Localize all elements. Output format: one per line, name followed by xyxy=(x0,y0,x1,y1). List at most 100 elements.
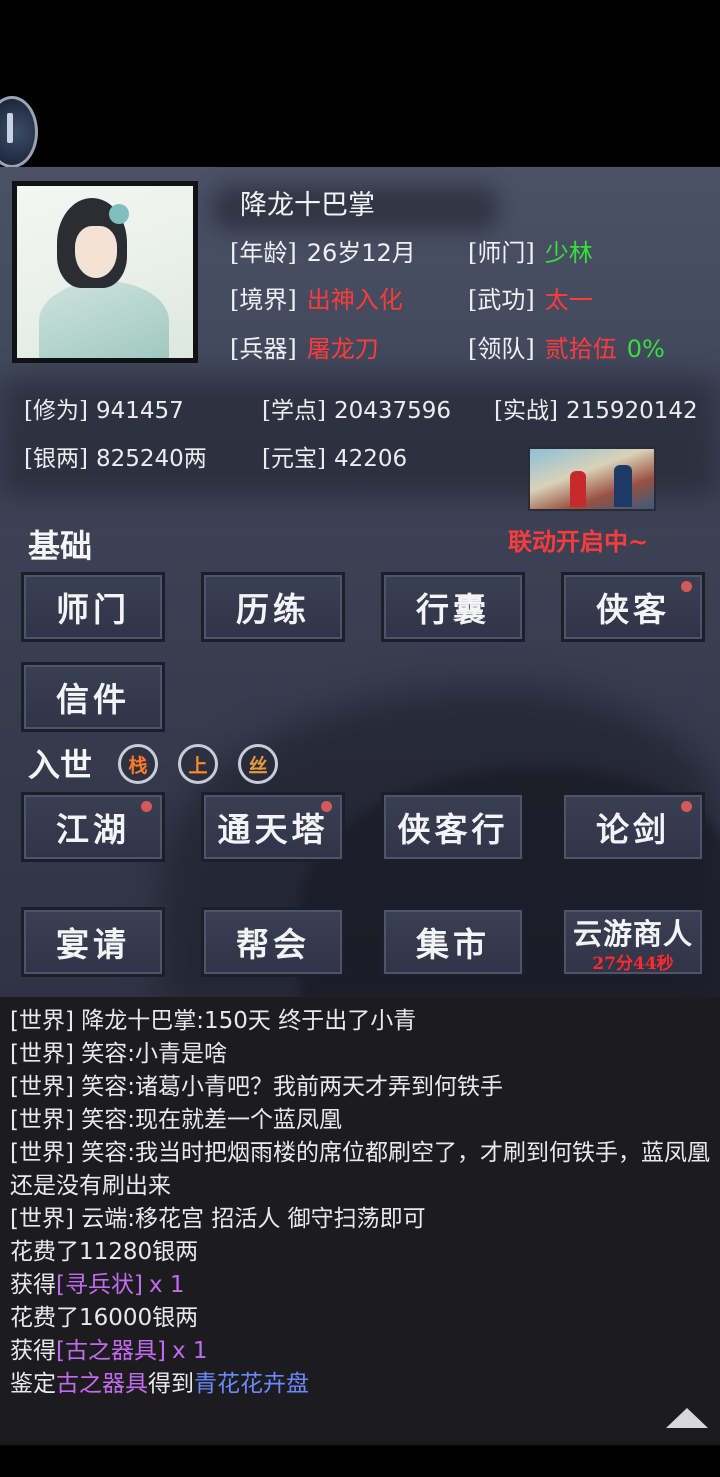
duel-button-label: 论剑 xyxy=(596,810,670,849)
ingot-label: [元宝] xyxy=(262,446,326,472)
portrait-robe xyxy=(39,281,169,358)
portrait-face xyxy=(75,226,117,278)
portrait-image xyxy=(17,186,193,358)
realm-row: [境界] 出神入化 xyxy=(230,280,403,315)
jianghu-button-label: 江湖 xyxy=(56,810,130,849)
cultivation-label: [修为] xyxy=(24,398,88,424)
age-label: [年龄] xyxy=(230,239,297,267)
notification-dot xyxy=(681,581,692,592)
realm-value: 出神入化 xyxy=(306,286,403,314)
up-icon[interactable]: 上 xyxy=(178,744,218,784)
chat-line: [世界] 笑容:现在就差一个蓝凤凰 xyxy=(10,1107,343,1133)
points-stat: [学点] 20437596 xyxy=(262,391,451,425)
merchant-timer: 27分44秒 xyxy=(592,953,674,974)
chat-line: 鉴定古之器具得到青花花卉盘 xyxy=(0,1368,720,1401)
sect-value: 少林 xyxy=(544,239,593,267)
training-button[interactable]: 历练 xyxy=(201,572,345,642)
combat-label: [实战] xyxy=(494,398,558,424)
mail-button-label: 信件 xyxy=(56,680,130,719)
martial-row: [武功] 太一 xyxy=(468,280,593,315)
ingot-stat: [元宝] 42206 xyxy=(262,439,407,473)
points-value: 20437596 xyxy=(333,398,452,424)
guild-button-label: 帮会 xyxy=(236,925,310,964)
collaboration-event-banner[interactable] xyxy=(528,447,656,511)
cultivation-value: 941457 xyxy=(95,398,184,424)
chat-top-spacer xyxy=(0,997,720,1005)
duel-button[interactable]: 论剑 xyxy=(561,792,705,862)
points-label: [学点] xyxy=(262,398,326,424)
team-percent: 0% xyxy=(626,335,665,363)
collaboration-promo-text[interactable]: 联动开启中~ xyxy=(508,522,648,557)
appraise-mid: 得到 xyxy=(148,1371,194,1397)
inventory-button[interactable]: 行囊 xyxy=(381,572,525,642)
silver-label: [银两] xyxy=(24,446,88,472)
appraise-prefix: 鉴定 xyxy=(10,1371,56,1397)
up-icon-label: 上 xyxy=(188,754,208,777)
inn-icon[interactable]: 栈 xyxy=(118,744,158,784)
silk-icon[interactable]: 丝 xyxy=(238,744,278,784)
silver-stat: [银两] 825240两 xyxy=(24,439,207,473)
hero-journey-button-label: 侠客行 xyxy=(397,810,509,849)
sect-button-label: 师门 xyxy=(56,590,130,629)
combat-value: 215920142 xyxy=(565,398,698,424)
item-link[interactable]: [寻兵状] xyxy=(56,1272,143,1298)
ingot-value: 42206 xyxy=(333,446,408,472)
notification-dot xyxy=(681,801,692,812)
inventory-button-label: 行囊 xyxy=(416,590,490,629)
weapon-row: [兵器] 屠龙刀 xyxy=(230,329,379,364)
banquet-button-label: 宴请 xyxy=(56,925,130,964)
notification-dot xyxy=(321,801,332,812)
market-button-label: 集市 xyxy=(416,925,490,964)
sect-row: [师门] 少林 xyxy=(468,233,593,268)
heroes-button[interactable]: 侠客 xyxy=(561,572,705,642)
training-button-label: 历练 xyxy=(236,590,310,629)
silver-value: 825240两 xyxy=(95,446,207,472)
item-link[interactable]: 青花花卉盘 xyxy=(194,1371,309,1397)
combat-stat: [实战] 215920142 xyxy=(494,391,698,425)
weapon-label: [兵器] xyxy=(230,335,297,363)
banquet-button[interactable]: 宴请 xyxy=(21,907,165,977)
character-portrait[interactable] xyxy=(12,181,198,363)
notification-dot xyxy=(141,801,152,812)
tower-button-label: 通天塔 xyxy=(217,810,329,849)
chat-line: [世界] 笑容:小青是啥 xyxy=(10,1041,228,1067)
martial-label: [武功] xyxy=(468,286,535,314)
cultivation-stat: [修为] 941457 xyxy=(24,391,184,425)
gain-prefix: 获得 xyxy=(10,1338,56,1364)
market-button[interactable]: 集市 xyxy=(381,907,525,977)
item-link[interactable]: [古之器具] xyxy=(56,1338,166,1364)
item-link[interactable]: 古之器具 xyxy=(56,1371,148,1397)
chat-line: [世界] 降龙十巴掌:150天 终于出了小青 xyxy=(10,1008,417,1034)
guild-button[interactable]: 帮会 xyxy=(201,907,345,977)
age-row: [年龄] 26岁12月 xyxy=(230,233,416,268)
sect-button[interactable]: 师门 xyxy=(21,572,165,642)
gain-prefix: 获得 xyxy=(10,1272,56,1298)
chat-line: 获得[寻兵状] x 1 xyxy=(0,1269,720,1302)
world-section-title: 入世 xyxy=(28,746,93,784)
mail-button[interactable]: 信件 xyxy=(21,662,165,732)
traveling-merchant-button[interactable]: 云游商人 27分44秒 xyxy=(561,907,705,977)
character-panel: 降龙十巴掌 [年龄] 26岁12月 [师门] 少林 [境界] 出神入化 [武功] 太一 … xyxy=(0,167,720,997)
inn-icon-label: 栈 xyxy=(128,754,148,777)
chat-log[interactable]: [世界] 降龙十巴掌:150天 终于出了小青 [世界] 笑容:小青是啥 [世界]… xyxy=(0,997,720,1445)
item-count: x 1 xyxy=(171,1338,208,1364)
team-value: 贰拾伍 xyxy=(544,335,617,363)
character-name: 降龙十巴掌 xyxy=(240,190,375,221)
team-label: [领队] xyxy=(468,335,535,363)
sect-label: [师门] xyxy=(468,239,535,267)
realm-label: [境界] xyxy=(230,286,297,314)
chat-line: 获得[古之器具] x 1 xyxy=(0,1335,720,1368)
martial-value: 太一 xyxy=(544,286,593,314)
jianghu-button[interactable]: 江湖 xyxy=(21,792,165,862)
scroll-up-icon[interactable] xyxy=(666,1408,708,1428)
chat-line: [世界] 笑容:我当时把烟雨楼的席位都刷空了，才刷到何铁手，蓝凤凰还是没有刷出来 xyxy=(10,1140,711,1199)
chat-line: [世界] 笑容:诸葛小青吧？我前两天才弄到何铁手 xyxy=(10,1074,504,1100)
menu-toggle-button[interactable] xyxy=(0,96,38,168)
chat-line: [世界] 云端:移花宫 招活人 御守扫荡即可 xyxy=(10,1206,426,1232)
item-count: x 1 xyxy=(148,1272,185,1298)
weapon-value: 屠龙刀 xyxy=(306,335,379,363)
hero-journey-button[interactable]: 侠客行 xyxy=(381,792,525,862)
tower-button[interactable]: 通天塔 xyxy=(201,792,345,862)
heroes-button-label: 侠客 xyxy=(596,590,670,629)
age-value: 26岁12月 xyxy=(306,239,416,267)
